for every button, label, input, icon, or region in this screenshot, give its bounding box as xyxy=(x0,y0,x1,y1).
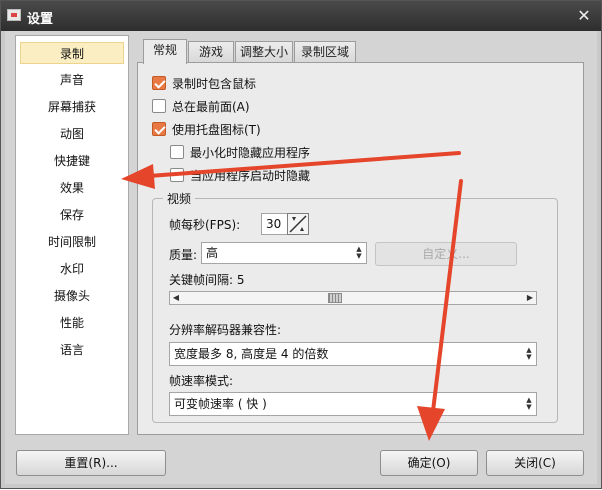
hide-on-start-label: 当应用程序启动时隐藏 xyxy=(190,169,311,183)
resolution-select[interactable]: 宽度最多 8, 高度是 4 的倍数 ▲ ▼ xyxy=(169,342,537,366)
general-panel: 录制时包含鼠标 总在最前面(A) 使用托盘图标(T) 最小化时隐藏应用程序 当应… xyxy=(137,62,584,435)
quality-select[interactable]: 高 ▲ ▼ xyxy=(201,242,367,264)
include-cursor-label: 录制时包含鼠标 xyxy=(172,77,257,91)
video-group: 视频 帧每秒(FPS): 30 质量: 高 ▲ ▼ 自定义... 关键帧间隔: 5 xyxy=(152,190,558,423)
fps-mode-value: 可变帧速率 ( 快 ) xyxy=(174,397,267,411)
keyframe-label: 关键帧间隔: 5 xyxy=(169,273,245,287)
quality-label: 质量: xyxy=(169,248,198,262)
tab-general[interactable]: 常规 xyxy=(143,39,187,64)
titlebar: 设置 ✕ xyxy=(1,1,601,31)
spin-arrows-icon: ▲ ▼ xyxy=(526,346,532,361)
sidebar: 录制 声音 屏幕捕获 动图 快捷键 效果 保存 时间限制 水印 摄像头 性能 语… xyxy=(15,35,129,435)
ok-button[interactable]: 确定(O) xyxy=(380,450,478,476)
sidebar-item-screen-capture[interactable]: 屏幕捕获 xyxy=(20,96,124,118)
always-on-top-option[interactable]: 总在最前面(A) xyxy=(152,97,282,115)
fps-value: 30 xyxy=(266,217,282,231)
slider-right-arrow-icon[interactable]: ▶ xyxy=(525,293,535,303)
tab-resize[interactable]: 调整大小 xyxy=(235,41,293,63)
fps-mode-select[interactable]: 可变帧速率 ( 快 ) ▲ ▼ xyxy=(169,392,537,416)
sidebar-item-effects[interactable]: 效果 xyxy=(20,177,124,199)
resolution-label: 分辨率解码器兼容性: xyxy=(169,323,282,337)
hide-on-minimize-label: 最小化时隐藏应用程序 xyxy=(190,146,311,160)
tray-icon-option[interactable]: 使用托盘图标(T) xyxy=(152,120,282,138)
fps-toggle-icon[interactable] xyxy=(287,213,309,235)
spin-arrows-icon: ▲ ▼ xyxy=(526,396,532,411)
settings-window: 设置 ✕ 录制 声音 屏幕捕获 动图 快捷键 效果 保存 时间限制 水印 摄像头… xyxy=(0,0,602,489)
sidebar-item-hotkeys[interactable]: 快捷键 xyxy=(20,150,124,172)
include-cursor-checkbox[interactable] xyxy=(152,76,166,90)
keyframe-slider[interactable]: ◀ ▶ xyxy=(169,291,537,305)
hide-on-minimize-option[interactable]: 最小化时隐藏应用程序 xyxy=(170,143,330,161)
always-on-top-label: 总在最前面(A) xyxy=(172,100,250,114)
tab-game[interactable]: 游戏 xyxy=(188,41,234,63)
sidebar-item-gif[interactable]: 动图 xyxy=(20,123,124,145)
close-button[interactable]: 关闭(C) xyxy=(486,450,584,476)
sidebar-item-language[interactable]: 语言 xyxy=(20,339,124,361)
resolution-value: 宽度最多 8, 高度是 4 的倍数 xyxy=(174,347,329,361)
sidebar-item-webcam[interactable]: 摄像头 xyxy=(20,285,124,307)
sidebar-item-save[interactable]: 保存 xyxy=(20,204,124,226)
app-icon xyxy=(7,9,21,21)
always-on-top-checkbox[interactable] xyxy=(152,99,166,113)
sidebar-item-watermark[interactable]: 水印 xyxy=(20,258,124,280)
custom-quality-button[interactable]: 自定义... xyxy=(375,242,517,266)
tab-record-area[interactable]: 录制区域 xyxy=(294,41,356,63)
tray-icon-checkbox[interactable] xyxy=(152,122,166,136)
close-icon[interactable]: ✕ xyxy=(575,7,593,25)
window-title: 设置 xyxy=(27,12,54,27)
quality-value: 高 xyxy=(206,246,219,260)
sidebar-item-time-limit[interactable]: 时间限制 xyxy=(20,231,124,253)
slider-left-arrow-icon[interactable]: ◀ xyxy=(171,293,181,303)
reset-button[interactable]: 重置(R)... xyxy=(16,450,166,476)
hide-on-start-checkbox[interactable] xyxy=(170,168,184,182)
hide-on-start-option[interactable]: 当应用程序启动时隐藏 xyxy=(170,166,330,184)
tray-icon-label: 使用托盘图标(T) xyxy=(172,123,261,137)
include-cursor-option[interactable]: 录制时包含鼠标 xyxy=(152,74,282,92)
sidebar-item-sound[interactable]: 声音 xyxy=(20,69,124,91)
spin-arrows-icon: ▲ ▼ xyxy=(356,245,362,260)
hide-on-minimize-checkbox[interactable] xyxy=(170,145,184,159)
video-group-title: 视频 xyxy=(163,190,196,207)
fps-label: 帧每秒(FPS): xyxy=(169,218,241,232)
sidebar-item-record[interactable]: 录制 xyxy=(20,42,124,64)
sidebar-item-performance[interactable]: 性能 xyxy=(20,312,124,334)
fps-mode-label: 帧速率模式: xyxy=(169,374,234,388)
keyframe-slider-thumb[interactable] xyxy=(327,293,342,303)
